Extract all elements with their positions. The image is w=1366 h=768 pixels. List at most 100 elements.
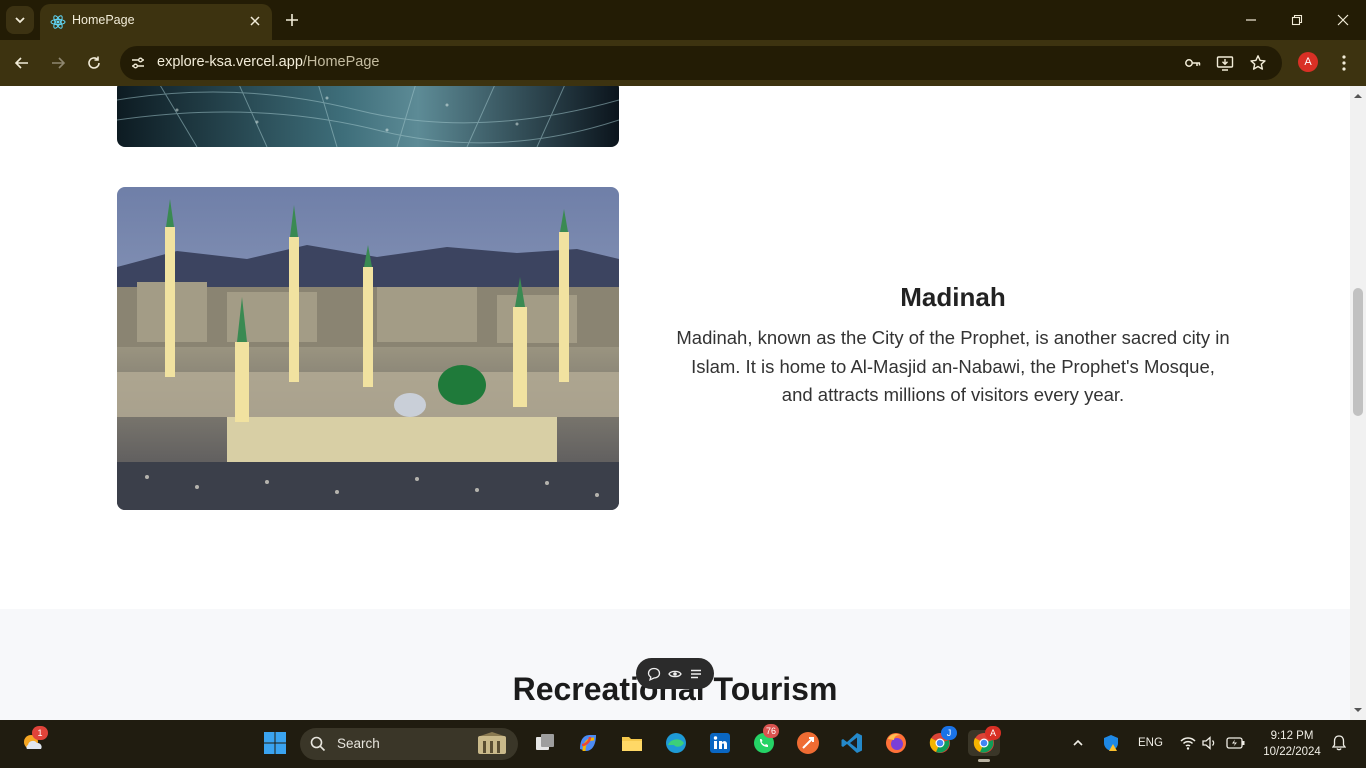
more-vertical-icon	[1342, 55, 1346, 71]
back-button[interactable]	[12, 53, 32, 73]
clock[interactable]: 9:12 PM 10/22/2024	[1258, 728, 1326, 760]
edge-button[interactable]	[663, 730, 689, 756]
task-view-icon	[536, 734, 554, 750]
clock-date: 10/22/2024	[1263, 746, 1321, 758]
start-button[interactable]	[262, 730, 288, 756]
tab-search-button[interactable]	[6, 6, 34, 34]
chevron-up-icon	[1073, 739, 1083, 746]
firefox-icon	[886, 733, 906, 753]
eye-icon	[668, 670, 682, 677]
vscode-icon	[841, 733, 862, 753]
list-icon	[690, 669, 701, 678]
password-key-button[interactable]	[1184, 54, 1202, 72]
address-bar[interactable]: explore-ksa.vercel.app/HomePage	[120, 46, 1282, 80]
chevron-down-icon	[15, 17, 25, 24]
floating-toolbar	[636, 658, 714, 689]
shield-icon	[1104, 735, 1118, 751]
edge-browser-icon	[666, 733, 686, 753]
search-label: Search	[337, 736, 380, 751]
floating-view-button[interactable]	[667, 666, 683, 682]
chrome-profile-j-button[interactable]: J	[927, 726, 957, 756]
scroll-up-icon[interactable]	[1354, 92, 1362, 100]
notifications-button[interactable]	[1329, 730, 1349, 756]
bookmark-button[interactable]	[1249, 54, 1267, 72]
madinah-image	[117, 187, 619, 510]
vscode-button[interactable]	[839, 730, 865, 756]
speaker-icon	[1202, 736, 1215, 750]
browser-tab-active[interactable]: HomePage	[40, 4, 272, 40]
plus-icon	[286, 14, 298, 26]
show-hidden-icons-button[interactable]	[1068, 730, 1088, 756]
taskbar-search[interactable]: Search	[300, 728, 518, 760]
folder-icon	[622, 737, 642, 751]
arrow-right-icon	[52, 57, 66, 69]
restore-icon	[1291, 14, 1303, 26]
close-window-button[interactable]	[1333, 10, 1353, 30]
reload-button[interactable]	[84, 53, 104, 73]
postman-button[interactable]	[795, 730, 821, 756]
search-icon	[310, 736, 326, 752]
profile-avatar[interactable]: A	[1298, 52, 1318, 72]
copilot-button[interactable]	[575, 730, 601, 756]
forward-button[interactable]	[48, 53, 68, 73]
page-viewport: Madinah Madinah, known as the City of th…	[0, 86, 1350, 720]
floating-list-button[interactable]	[688, 666, 704, 682]
wifi-icon	[1180, 737, 1196, 750]
city-description: Madinah, known as the City of the Prophe…	[676, 327, 1230, 405]
tab-title: HomePage	[72, 13, 135, 27]
star-icon	[1250, 55, 1266, 70]
city-title: Madinah	[900, 282, 1006, 312]
browser-menu-button[interactable]	[1334, 53, 1354, 73]
comment-icon	[648, 667, 661, 681]
search-highlight-icon	[478, 732, 506, 754]
url-text: explore-ksa.vercel.app/HomePage	[157, 54, 379, 70]
makkah-image	[117, 86, 619, 147]
battery-charging-icon	[1226, 737, 1245, 749]
widgets-badge: 1	[32, 726, 48, 740]
restore-button[interactable]	[1287, 10, 1307, 30]
chrome-profile-badge-a: A	[985, 726, 1001, 740]
wifi-tray-button[interactable]	[1177, 730, 1199, 756]
volume-tray-button[interactable]	[1199, 730, 1221, 756]
site-settings-icon[interactable]	[130, 55, 146, 71]
browser-titlebar: HomePage	[0, 0, 1366, 40]
active-app-indicator	[978, 759, 990, 762]
copilot-icon	[580, 735, 596, 752]
firefox-button[interactable]	[883, 730, 909, 756]
install-icon	[1216, 56, 1234, 71]
minimize-icon	[1246, 19, 1256, 21]
new-tab-button[interactable]	[282, 10, 302, 30]
key-icon	[1185, 59, 1201, 67]
file-explorer-button[interactable]	[619, 730, 645, 756]
task-view-button[interactable]	[532, 730, 558, 756]
url-path: /HomePage	[302, 54, 380, 70]
scroll-thumb[interactable]	[1353, 288, 1363, 416]
bell-icon	[1332, 735, 1346, 751]
windows-taskbar: 1 Search 76 J A ENG 9:12 PM 10/22/2024	[0, 720, 1366, 768]
close-icon	[1337, 14, 1349, 26]
reload-icon	[88, 56, 100, 69]
windows-logo-icon	[264, 732, 286, 754]
floating-comment-button[interactable]	[646, 666, 662, 682]
minimize-button[interactable]	[1241, 10, 1261, 30]
chrome-profile-badge-j: J	[941, 726, 957, 740]
page-scrollbar[interactable]	[1350, 86, 1366, 720]
scroll-down-icon[interactable]	[1354, 706, 1362, 714]
widgets-button[interactable]: 1	[20, 726, 48, 756]
postman-icon	[797, 732, 819, 754]
clock-time: 9:12 PM	[1270, 730, 1314, 742]
language-indicator[interactable]: ENG	[1138, 737, 1163, 749]
linkedin-button[interactable]	[707, 730, 733, 756]
url-domain: explore-ksa.vercel.app	[157, 54, 303, 70]
security-tray-button[interactable]	[1100, 730, 1122, 756]
browser-toolbar: explore-ksa.vercel.app/HomePage A	[0, 40, 1366, 86]
close-icon	[250, 16, 260, 26]
chrome-profile-a-button[interactable]: A	[968, 726, 1001, 762]
whatsapp-button[interactable]: 76	[751, 724, 780, 756]
battery-tray-button[interactable]	[1224, 730, 1248, 756]
arrow-left-icon	[14, 57, 28, 69]
react-logo-icon	[50, 15, 66, 29]
tab-close-button[interactable]	[246, 12, 264, 30]
whatsapp-badge: 76	[763, 724, 780, 738]
install-app-button[interactable]	[1216, 54, 1234, 72]
